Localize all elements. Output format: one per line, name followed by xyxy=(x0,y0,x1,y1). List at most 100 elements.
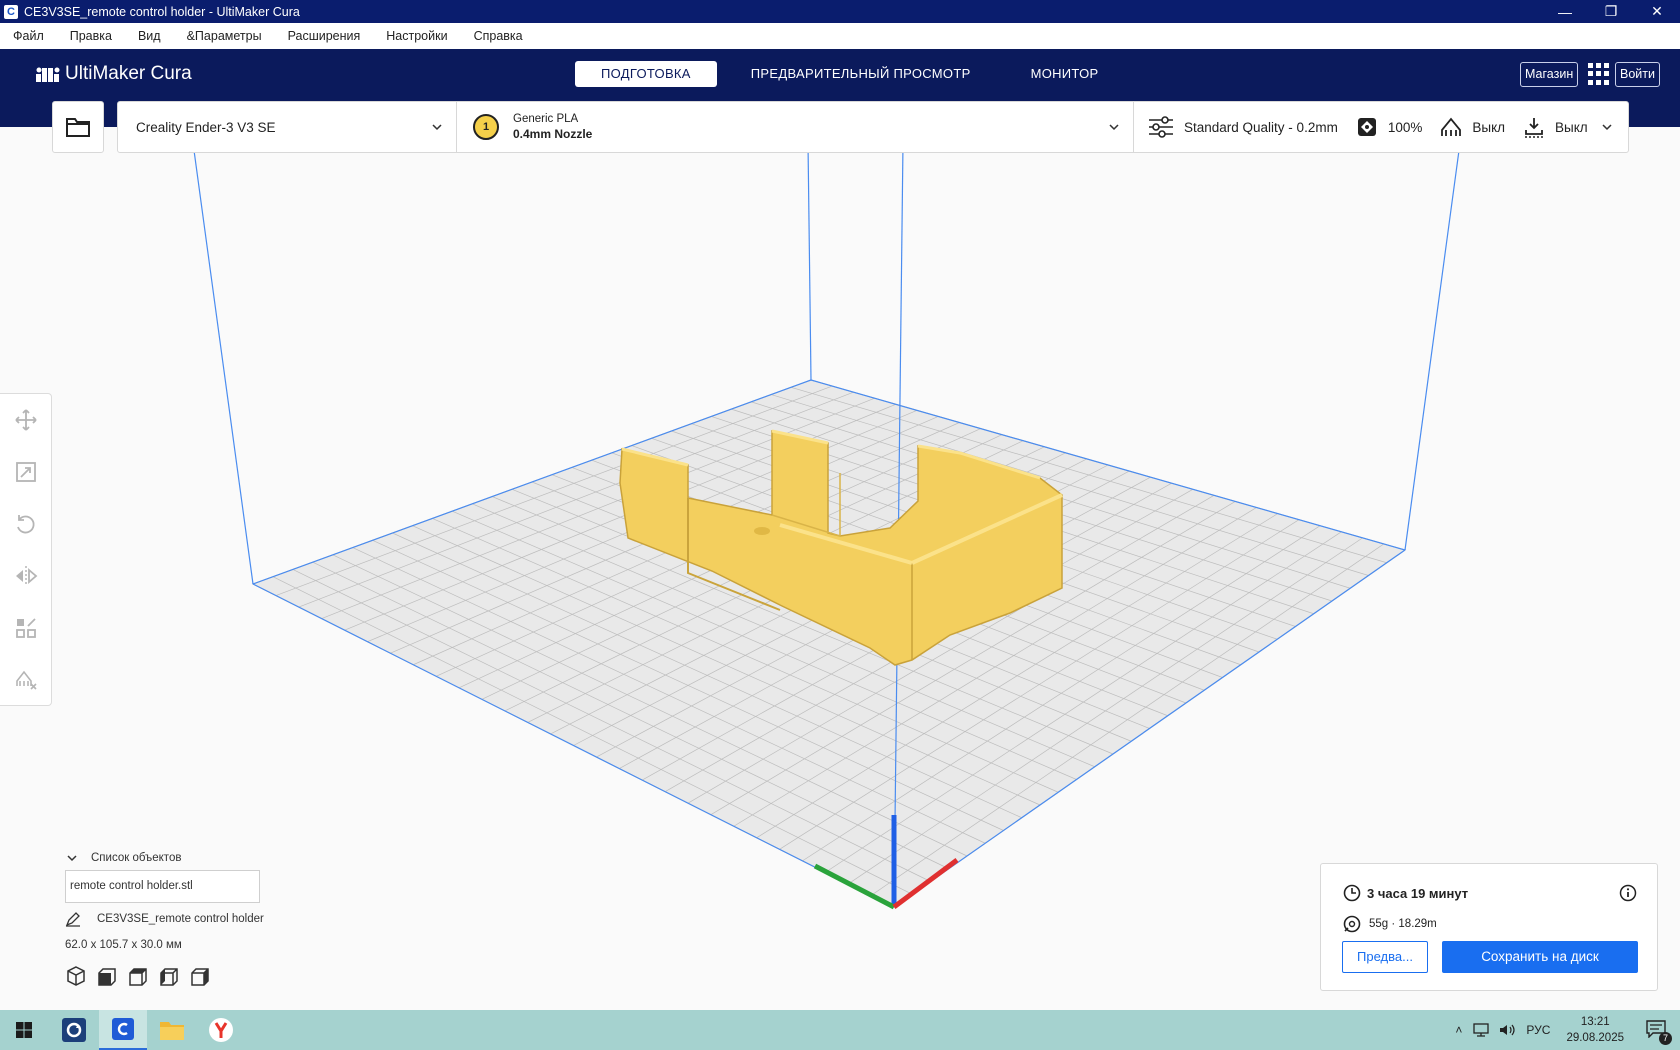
ultimaker-logo-icon xyxy=(36,67,60,82)
print-settings-selector[interactable]: Standard Quality - 0.2mm 100% Выкл Выкл xyxy=(1133,101,1629,153)
menu-file[interactable]: Файл xyxy=(0,29,57,43)
menu-view[interactable]: Вид xyxy=(125,29,174,43)
view-right-button[interactable] xyxy=(189,965,211,990)
tray-chevron-up-icon[interactable]: ˄ xyxy=(1455,1023,1462,1037)
save-to-disk-button[interactable]: Сохранить на диск xyxy=(1442,941,1638,973)
material-selector[interactable]: 1 Generic PLA 0.4mm Nozzle xyxy=(456,101,1134,153)
support-blocker-tool[interactable] xyxy=(0,654,52,706)
close-button[interactable]: ✕ xyxy=(1634,0,1680,23)
menu-preferences[interactable]: Настройки xyxy=(373,29,460,43)
chevron-down-icon xyxy=(1109,124,1119,131)
per-model-settings-icon xyxy=(16,618,36,638)
extruder-badge: 1 xyxy=(473,114,499,140)
windows-logo-icon xyxy=(16,1022,32,1038)
cube-left-icon xyxy=(160,968,178,986)
tab-preview[interactable]: ПРЕДВАРИТЕЛЬНЫЙ ПРОСМОТР xyxy=(725,61,997,87)
view-front-button[interactable] xyxy=(96,965,118,990)
move-icon xyxy=(15,409,37,431)
info-icon[interactable] xyxy=(1619,884,1637,902)
clock-date: 29.08.2025 xyxy=(1566,1032,1624,1044)
clock-icon xyxy=(1343,884,1361,902)
support-value: Выкл xyxy=(1472,119,1506,135)
scale-tool[interactable] xyxy=(0,446,52,498)
windows-taskbar: ˄ РУС 13:21 29.08.2025 7 xyxy=(0,1010,1680,1050)
cube-top-icon xyxy=(129,968,147,986)
printer-name: Creality Ender-3 V3 SE xyxy=(136,119,276,135)
preview-button[interactable]: Предва... xyxy=(1342,941,1428,973)
print-time: 3 часа 19 минут xyxy=(1367,885,1469,901)
pencil-icon[interactable] xyxy=(65,911,81,927)
network-icon[interactable] xyxy=(1472,1022,1490,1038)
filament-spool-icon xyxy=(1343,915,1361,933)
menu-edit[interactable]: Правка xyxy=(57,29,125,43)
signin-button[interactable]: Войти xyxy=(1615,62,1660,87)
build-plate xyxy=(251,379,1407,908)
adhesion-value: Выкл xyxy=(1555,119,1588,135)
start-button[interactable] xyxy=(0,1010,48,1050)
open-file-button[interactable] xyxy=(52,101,104,153)
model-dimensions: 62.0 x 105.7 x 30.0 мм xyxy=(65,939,182,951)
notification-center[interactable]: 7 xyxy=(1646,1019,1672,1045)
window-title: CE3V3SE_remote control holder - UltiMake… xyxy=(24,4,300,19)
quality-profile: Standard Quality - 0.2mm xyxy=(1184,119,1338,135)
tool-panel xyxy=(0,393,52,706)
material-name: Generic PLA xyxy=(513,113,579,125)
view-left-button[interactable] xyxy=(158,965,180,990)
folder-icon xyxy=(160,1022,184,1040)
keyboard-language[interactable]: РУС xyxy=(1526,1023,1550,1037)
taskbar-app-cura[interactable] xyxy=(99,1010,147,1050)
volume-icon[interactable] xyxy=(1498,1022,1516,1038)
object-list-heading: Список объектов xyxy=(91,852,182,864)
title-bar: C CE3V3SE_remote control holder - UltiMa… xyxy=(0,0,1680,23)
marketplace-button[interactable]: Магазин xyxy=(1520,62,1579,87)
object-list-toggle[interactable]: Список объектов xyxy=(65,852,264,864)
cube-right-icon xyxy=(191,968,209,986)
menu-bar: Файл Правка Вид &Параметры Расширения На… xyxy=(0,23,1680,49)
tab-monitor[interactable]: МОНИТОР xyxy=(1005,61,1125,87)
refresh-app-icon xyxy=(62,1018,86,1042)
object-list-item[interactable]: remote control holder.stl xyxy=(65,870,260,903)
camera-views xyxy=(65,965,264,990)
per-model-settings-tool[interactable] xyxy=(0,602,52,654)
taskbar-app-yandex[interactable] xyxy=(197,1010,245,1050)
material-usage: 55g · 18.29m xyxy=(1369,918,1437,930)
tab-prepare[interactable]: ПОДГОТОВКА xyxy=(575,61,717,87)
menu-extensions[interactable]: Расширения xyxy=(275,29,374,43)
minimize-button[interactable]: — xyxy=(1542,0,1588,23)
cura-app-icon: C xyxy=(4,4,18,19)
apps-grid-icon[interactable] xyxy=(1588,63,1610,85)
yandex-browser-icon xyxy=(209,1018,233,1042)
chevron-down-icon xyxy=(432,124,442,131)
support-icon xyxy=(1441,117,1462,136)
mirror-tool[interactable] xyxy=(0,550,52,602)
object-list: Список объектов remote control holder.st… xyxy=(65,852,264,990)
cura-app-icon xyxy=(112,1018,134,1040)
logo-text: UltiMaker Cura xyxy=(65,63,192,84)
taskbar-app-updater[interactable] xyxy=(50,1010,98,1050)
chevron-down-icon xyxy=(67,855,77,862)
menu-settings[interactable]: &Параметры xyxy=(174,29,275,43)
notification-count: 7 xyxy=(1659,1031,1672,1045)
view-top-button[interactable] xyxy=(127,965,149,990)
project-name: CE3V3SE_remote control holder xyxy=(97,913,264,925)
print-summary-panel: 3 часа 19 минут 55g · 18.29m Предва... С… xyxy=(1320,863,1658,991)
printer-selector[interactable]: Creality Ender-3 V3 SE xyxy=(117,101,457,153)
menu-help[interactable]: Справка xyxy=(461,29,536,43)
infill-value: 100% xyxy=(1387,119,1423,135)
infill-icon xyxy=(1357,118,1376,136)
folder-icon xyxy=(66,118,90,137)
restore-button[interactable]: ❐ xyxy=(1588,0,1634,23)
adhesion-icon xyxy=(1525,118,1544,138)
scale-icon xyxy=(16,462,36,482)
clock-time: 13:21 xyxy=(1580,1016,1610,1028)
view-3d-button[interactable] xyxy=(65,965,87,990)
logo: UltiMaker Cura xyxy=(36,63,192,85)
chevron-down-icon xyxy=(1602,124,1612,131)
move-tool[interactable] xyxy=(0,394,52,446)
support-blocker-icon xyxy=(16,670,37,690)
rotate-tool[interactable] xyxy=(0,498,52,550)
mirror-icon xyxy=(16,566,38,586)
cube-3d-icon xyxy=(67,966,85,986)
taskbar-app-explorer[interactable] xyxy=(148,1010,196,1050)
system-clock[interactable]: 13:21 29.08.2025 xyxy=(1566,1014,1624,1046)
